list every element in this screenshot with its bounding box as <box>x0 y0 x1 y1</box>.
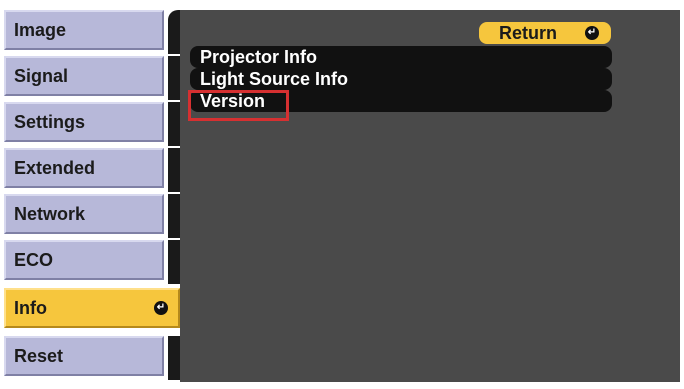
menu-item-label: Image <box>14 19 67 40</box>
return-button[interactable]: Return ↵ <box>479 22 611 44</box>
submenu-item-label: Light Source Info <box>200 68 348 89</box>
submenu-item-light-source-info[interactable]: Light Source Info <box>190 68 612 90</box>
projector-menu-screen: Image Signal Settings Extended Network E… <box>0 0 684 389</box>
enter-icon: ↵ <box>585 26 599 40</box>
submenu-panel: Return ↵ Projector Info Light Source Inf… <box>180 10 680 382</box>
menu-item-label: Network <box>14 203 86 224</box>
submenu-item-label: Projector Info <box>200 46 318 67</box>
menu-item-settings[interactable]: Settings <box>4 102 164 142</box>
menu-item-label: Info <box>14 297 47 318</box>
menu-item-extended[interactable]: Extended <box>4 148 164 188</box>
menu-item-info[interactable]: Info ↵ <box>4 288 180 328</box>
menu-item-image[interactable]: Image <box>4 10 164 50</box>
menu-item-label: Extended <box>14 157 96 178</box>
menu-item-signal[interactable]: Signal <box>4 56 164 96</box>
main-menu: Image Signal Settings Extended Network E… <box>4 10 184 382</box>
return-label: Return <box>499 22 557 43</box>
menu-item-reset[interactable]: Reset <box>4 336 164 376</box>
menu-item-network[interactable]: Network <box>4 194 164 234</box>
menu-item-label: Reset <box>14 345 64 366</box>
submenu-item-projector-info[interactable]: Projector Info <box>190 46 612 68</box>
menu-item-label: Settings <box>14 111 86 132</box>
selection-highlight <box>188 90 289 121</box>
menu-item-eco[interactable]: ECO <box>4 240 164 280</box>
enter-icon: ↵ <box>154 301 168 315</box>
menu-item-label: Signal <box>14 65 69 86</box>
menu-item-label: ECO <box>14 249 54 270</box>
